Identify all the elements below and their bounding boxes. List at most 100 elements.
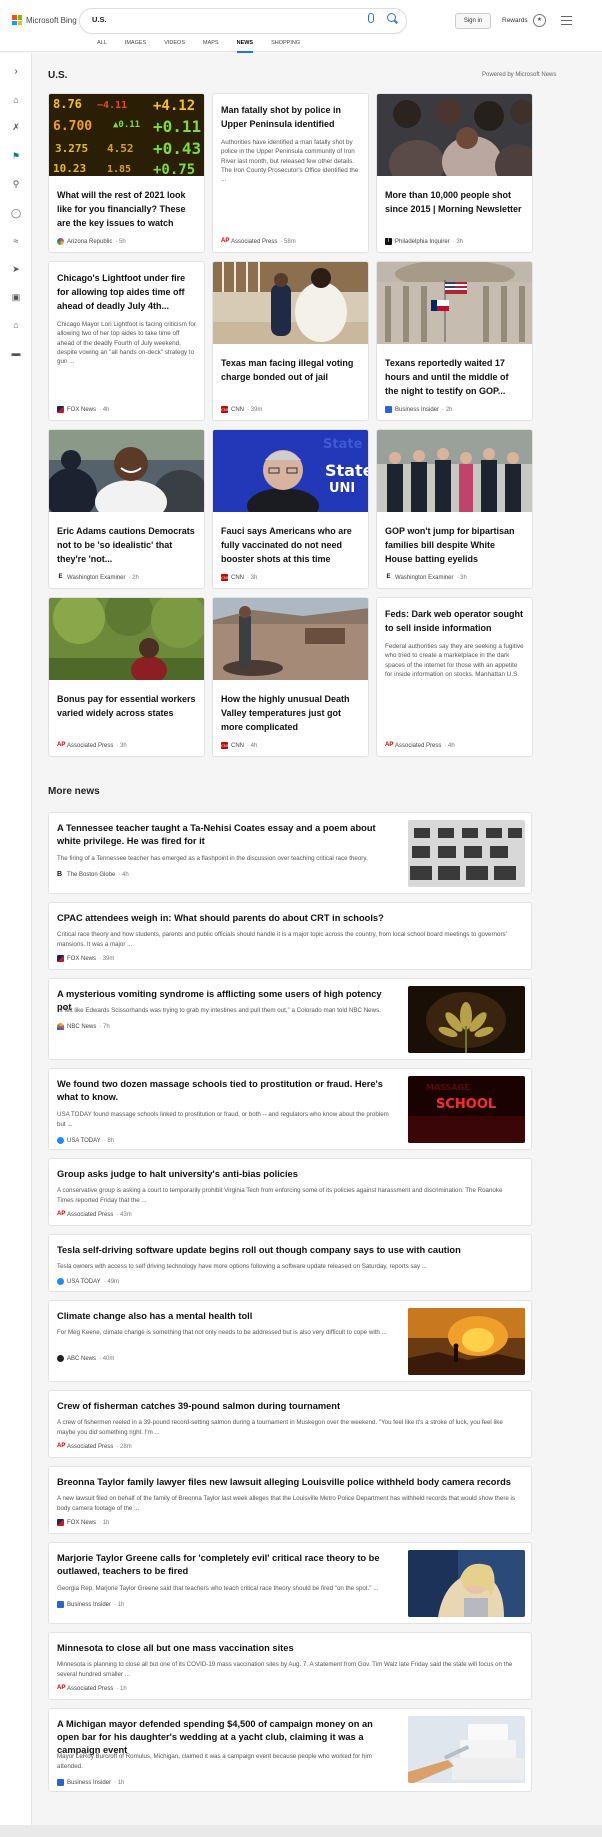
card-title[interactable]: How the highly unusual Death Valley temp… <box>213 685 368 734</box>
news-title[interactable]: Group asks judge to halt university's an… <box>57 1168 517 1181</box>
news-card[interactable]: How the highly unusual Death Valley temp… <box>212 597 369 757</box>
news-source[interactable]: Business Insider · 1h <box>57 1601 124 1608</box>
card-title[interactable]: Texans reportedly waited 17 hours and un… <box>377 349 532 398</box>
card-title[interactable]: Feds: Dark web operator sought to sell i… <box>377 598 532 635</box>
card-source[interactable]: E Washington Examiner · 3h <box>385 574 467 581</box>
news-card[interactable]: Texas man facing illegal voting charge b… <box>212 261 369 421</box>
news-list-item[interactable]: A Michigan mayor defended spending $4,50… <box>48 1708 532 1792</box>
news-list-item[interactable]: Climate change also has a mental health … <box>48 1300 532 1382</box>
globe-icon[interactable]: ◯ <box>9 206 23 220</box>
card-title[interactable]: GOP won't jump for bipartisan families b… <box>377 517 532 566</box>
sign-in-button[interactable]: Sign in <box>455 13 491 29</box>
card-source[interactable]: CNN CNN · 4h <box>221 742 257 749</box>
news-title[interactable]: Climate change also has a mental health … <box>57 1310 397 1323</box>
news-card[interactable]: Eric Adams cautions Democrats not to be … <box>48 429 205 589</box>
news-title[interactable]: Marjorie Taylor Greene calls for 'comple… <box>57 1552 397 1578</box>
card-title[interactable]: Eric Adams cautions Democrats not to be … <box>49 517 204 566</box>
news-list-item[interactable]: Minnesota to close all but one mass vacc… <box>48 1632 532 1700</box>
bank-icon[interactable]: ⌂ <box>9 318 23 332</box>
news-card[interactable]: Man fatally shot by police in Upper Peni… <box>212 93 369 253</box>
news-source[interactable]: USA TODAY · 8h <box>57 1137 114 1144</box>
news-title[interactable]: A Tennessee teacher taught a Ta-Nehisi C… <box>57 822 397 848</box>
search-query[interactable]: U.S. <box>92 15 107 24</box>
search-input[interactable]: U.S. <box>80 9 406 33</box>
news-source[interactable]: FOX News · 1h <box>57 1519 109 1526</box>
news-card[interactable]: GOP won't jump for bipartisan families b… <box>376 429 533 589</box>
news-source[interactable]: USA TODAY · 49m <box>57 1278 119 1285</box>
hamburger-menu-icon[interactable] <box>561 16 572 25</box>
news-source[interactable]: AP Associated Press · 1h <box>57 1685 127 1692</box>
card-source[interactable]: FOX News · 4h <box>57 406 109 413</box>
card-title[interactable]: Texas man facing illegal voting charge b… <box>213 349 368 384</box>
source-time: · 1h <box>116 1685 127 1692</box>
card-title[interactable]: More than 10,000 people shot since 2015 … <box>377 181 532 216</box>
card-icon[interactable]: ▬ <box>9 346 23 360</box>
rocket-icon[interactable]: ➤ <box>9 262 23 276</box>
news-source[interactable]: AP Associated Press · 43m <box>57 1211 132 1218</box>
flag-icon[interactable]: ⚑ <box>9 149 23 163</box>
card-title[interactable]: Man fatally shot by police in Upper Peni… <box>213 94 368 131</box>
news-card[interactable]: State UNI State Fauci says Americans who… <box>212 429 369 589</box>
news-title[interactable]: Minnesota to close all but one mass vacc… <box>57 1642 517 1655</box>
news-card[interactable]: Bonus pay for essential workers varied w… <box>48 597 205 757</box>
news-source[interactable]: ABC News · 40m <box>57 1355 114 1362</box>
news-title[interactable]: CPAC attendees weigh in: What should par… <box>57 912 517 925</box>
news-card[interactable]: Texans reportedly waited 17 hours and un… <box>376 261 533 421</box>
card-title[interactable]: Fauci says Americans who are fully vacci… <box>213 517 368 566</box>
news-list-item[interactable]: Breonna Taylor family lawyer files new l… <box>48 1466 532 1534</box>
source-time: · 40m <box>99 1355 115 1362</box>
news-title[interactable]: Breonna Taylor family lawyer files new l… <box>57 1476 517 1489</box>
news-list-item[interactable]: A mysterious vomiting syndrome is afflic… <box>48 978 532 1060</box>
news-list-item[interactable]: Crew of fisherman catches 39-pound salmo… <box>48 1390 532 1458</box>
news-source[interactable]: FOX News · 39m <box>57 955 114 962</box>
search-icon[interactable] <box>387 13 396 22</box>
powered-by[interactable]: Powered by Microsoft News <box>482 72 556 78</box>
wedding-cake-image <box>408 1716 525 1783</box>
news-list-item[interactable]: Group asks judge to halt university's an… <box>48 1158 532 1226</box>
card-source[interactable]: E Washington Examiner · 2h <box>57 574 139 581</box>
news-list-item[interactable]: Tesla self-driving software update begin… <box>48 1234 532 1292</box>
news-list-item[interactable]: CPAC attendees weigh in: What should par… <box>48 902 532 970</box>
card-source[interactable]: Business Insider · 2h <box>385 406 452 413</box>
card-title[interactable]: What will the rest of 2021 look like for… <box>49 181 204 230</box>
card-source[interactable]: I Philadelphia Inquirer · 3h <box>385 238 463 245</box>
card-source[interactable]: CNN CNN · 3h <box>221 574 257 581</box>
health-icon[interactable]: ≈ <box>9 234 23 248</box>
card-title[interactable]: Bonus pay for essential workers varied w… <box>49 685 204 720</box>
film-icon[interactable]: ▣ <box>9 290 23 304</box>
news-source[interactable]: B The Boston Globe · 4h <box>57 871 129 878</box>
microphone-icon[interactable] <box>368 13 374 23</box>
card-source[interactable]: AP Associated Press · 58m <box>221 238 296 245</box>
wrench-icon[interactable]: ✗ <box>9 120 23 134</box>
news-title[interactable]: We found two dozen massage schools tied … <box>57 1078 397 1104</box>
news-title[interactable]: Tesla self-driving software update begin… <box>57 1244 517 1257</box>
tab-maps[interactable]: MAPS <box>194 40 228 52</box>
card-source[interactable]: CNN CNN · 39m <box>221 406 262 413</box>
tab-images[interactable]: IMAGES <box>116 40 155 52</box>
chevron-right-icon[interactable]: › <box>9 64 23 78</box>
news-list-item[interactable]: Marjorie Taylor Greene calls for 'comple… <box>48 1542 532 1624</box>
tab-shopping[interactable]: SHOPPING <box>262 40 309 52</box>
card-source[interactable]: AP Associated Press · 3h <box>57 742 127 749</box>
card-source[interactable]: Arizona Republic · 5h <box>57 238 126 245</box>
news-list-item[interactable]: A Tennessee teacher taught a Ta-Nehisi C… <box>48 812 532 894</box>
news-card[interactable]: Chicago's Lightfoot under fire for allow… <box>48 261 205 421</box>
card-title[interactable]: Chicago's Lightfoot under fire for allow… <box>49 262 204 313</box>
news-source[interactable]: AP Associated Press · 28m <box>57 1443 132 1450</box>
news-list-item[interactable]: We found two dozen massage schools tied … <box>48 1068 532 1150</box>
news-source[interactable]: Business Insider · 1h <box>57 1779 124 1786</box>
news-source[interactable]: NBC News · 7h <box>57 1023 110 1030</box>
location-icon[interactable]: ⚲ <box>9 177 23 191</box>
news-title[interactable]: Crew of fisherman catches 39-pound salmo… <box>57 1400 517 1413</box>
card-source[interactable]: AP Associated Press · 4h <box>385 742 455 749</box>
news-card[interactable]: More than 10,000 people shot since 2015 … <box>376 93 533 253</box>
tab-news[interactable]: NEWS <box>228 40 263 53</box>
tab-videos[interactable]: VIDEOS <box>155 40 194 52</box>
news-card[interactable]: Feds: Dark web operator sought to sell i… <box>376 597 533 757</box>
trophy-icon[interactable]: ★ <box>533 14 546 27</box>
rewards-label[interactable]: Rewards <box>502 17 528 24</box>
news-card[interactable]: 8.76 −4.11 +4.12 6.700 ▲0.11 +0.11 3.275… <box>48 93 205 253</box>
tab-all[interactable]: ALL <box>88 40 116 52</box>
home-icon[interactable]: ⌂ <box>9 93 23 107</box>
bing-logo[interactable]: Microsoft Bing <box>12 15 77 25</box>
